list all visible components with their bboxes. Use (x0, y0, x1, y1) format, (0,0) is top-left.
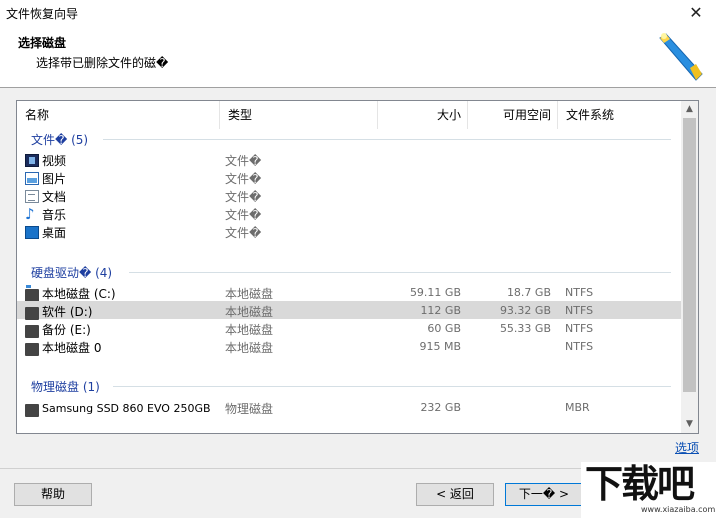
video-icon (25, 154, 39, 167)
list-item[interactable]: 文档 文件� (17, 186, 681, 204)
disk-list[interactable]: 名称 类型 大小 可用空间 文件系统 文件� (5) 视频 文件� 图片 文件�… (16, 100, 699, 434)
scroll-down-icon[interactable]: ▼ (681, 416, 698, 433)
physical-disk-icon (25, 404, 39, 417)
group-drives-label: 硬盘驱动� (4) (31, 266, 113, 280)
desktop-icon (25, 226, 39, 239)
column-header: 名称 类型 大小 可用空间 文件系统 (17, 101, 681, 129)
list-item[interactable]: 图片 文件� (17, 168, 681, 186)
title-bar: 文件恢复向导 ✕ (0, 0, 716, 26)
column-free-space[interactable]: 可用空间 (468, 101, 558, 129)
watermark-url: www.xiazaiba.com (641, 505, 716, 514)
list-item[interactable]: 视频 文件� (17, 150, 681, 168)
scroll-up-icon[interactable]: ▲ (681, 101, 698, 118)
wizard-header: 选择磁盘 选择带已删除文件的磁� (0, 26, 716, 88)
table-row[interactable]: 本地磁盘 (C:) 本地磁盘 59.11 GB 18.7 GB NTFS (17, 283, 681, 302)
watermark-text: 下载吧 (585, 462, 695, 506)
group-files-label: 文件� (5) (31, 133, 89, 147)
magic-wand-icon (659, 33, 703, 81)
group-drives: 硬盘驱动� (4) (17, 263, 681, 281)
column-type[interactable]: 类型 (220, 101, 378, 129)
page-title: 选择磁盘 (18, 36, 67, 50)
table-row[interactable]: Samsung SSD 860 EVO 250GB 物理磁盘 232 GB MB… (17, 398, 681, 417)
hard-drive-icon (25, 343, 39, 356)
table-row[interactable]: 本地磁盘 0 本地磁盘 915 MB NTFS (17, 337, 681, 356)
back-button[interactable]: < 返回 (416, 483, 494, 506)
vertical-scrollbar[interactable]: ▲ ▼ (681, 101, 698, 433)
page-subtitle: 选择带已删除文件的磁� (36, 56, 169, 70)
close-icon[interactable]: ✕ (676, 0, 716, 26)
group-divider (113, 386, 671, 387)
list-item[interactable]: 桌面 文件� (17, 222, 681, 240)
column-file-system[interactable]: 文件系统 (558, 101, 681, 129)
group-divider (129, 272, 671, 273)
group-divider (103, 139, 671, 140)
help-button[interactable]: 帮助 (14, 483, 92, 506)
group-physical-label: 物理磁盘 (1) (31, 380, 100, 394)
window-title: 文件恢复向导 (6, 7, 79, 21)
table-row[interactable]: 备份 (E:) 本地磁盘 60 GB 55.33 GB NTFS (17, 319, 681, 338)
column-name[interactable]: 名称 (17, 101, 220, 129)
column-size[interactable]: 大小 (378, 101, 468, 129)
table-row-selected[interactable]: 软件 (D:) 本地磁盘 112 GB 93.32 GB NTFS (17, 301, 681, 320)
group-physical: 物理磁盘 (1) (17, 377, 681, 395)
next-button[interactable]: 下一� > (505, 483, 583, 506)
scrollbar-thumb[interactable] (683, 118, 696, 392)
options-link[interactable]: 选项 (675, 439, 699, 456)
document-icon (25, 190, 39, 203)
music-icon: ♪ (25, 205, 35, 223)
group-files: 文件� (5) (17, 130, 681, 148)
watermark-logo: 下载吧 www.xiazaiba.com (581, 462, 716, 518)
picture-icon (25, 172, 39, 185)
list-item[interactable]: ♪ 音乐 文件� (17, 204, 681, 223)
